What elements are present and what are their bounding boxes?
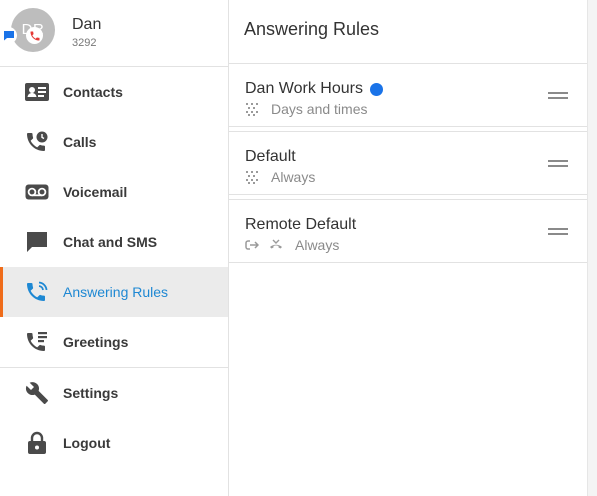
page-header: Answering Rules <box>229 0 587 58</box>
voicemail-icon <box>24 180 50 204</box>
forward-arrow-icon <box>245 238 259 252</box>
sidebar-item-label: Answering Rules <box>63 284 169 300</box>
rule-name-text: Default <box>245 148 296 165</box>
sidebar-item-contacts[interactable]: Contacts <box>0 67 228 117</box>
rule-subtitle: Days and times <box>245 101 367 117</box>
phone-forward-icon <box>24 280 50 304</box>
profile-extension: 3292 <box>72 37 97 49</box>
sidebar-item-settings[interactable]: Settings <box>0 368 228 418</box>
rule-name: Dan Work Hours <box>245 80 383 98</box>
drag-handle-icon[interactable] <box>548 92 568 102</box>
profile-name: Dan <box>72 16 102 33</box>
sidebar-item-logout[interactable]: Logout <box>0 418 228 468</box>
schedule-grid-icon <box>245 102 259 116</box>
rule-name: Remote Default <box>245 216 356 234</box>
hangup-icon <box>269 238 283 252</box>
sidebar-item-answering-rules[interactable]: Answering Rules <box>0 267 228 317</box>
main-panel: Answering Rules Dan Work Hours Days and … <box>229 0 587 496</box>
phone-clock-icon <box>24 130 50 154</box>
sidebar-item-label: Logout <box>63 435 111 451</box>
sidebar-item-calls[interactable]: Calls <box>0 117 228 167</box>
list-item[interactable]: Dan Work Hours Days and times <box>229 63 587 127</box>
chat-badge-icon <box>0 27 17 44</box>
active-dot-icon <box>369 82 383 96</box>
scrollbar[interactable] <box>587 0 597 496</box>
wrench-icon <box>24 381 50 405</box>
schedule-grid-icon <box>245 170 259 184</box>
page-title: Answering Rules <box>244 19 380 39</box>
rule-name-text: Remote Default <box>245 216 357 233</box>
rule-subtitle: Always <box>245 169 315 185</box>
user-profile[interactable]: DR Dan 3292 <box>0 0 228 67</box>
lock-icon <box>24 431 50 455</box>
sidebar: DR Dan 3292 Contacts Calls Voicema <box>0 0 229 496</box>
rule-subtitle-text: Days and times <box>271 101 368 117</box>
sidebar-item-label: Contacts <box>63 84 123 100</box>
contacts-card-icon <box>24 80 50 104</box>
phone-greeting-icon <box>24 330 50 354</box>
rule-name: Default <box>245 148 296 166</box>
answering-rules-list: Dan Work Hours Days and times Default Al… <box>229 63 587 267</box>
drag-handle-icon[interactable] <box>548 160 568 170</box>
sidebar-item-chat-and-sms[interactable]: Chat and SMS <box>0 217 228 267</box>
sidebar-item-label: Voicemail <box>63 184 128 200</box>
chat-bubble-icon <box>24 230 50 254</box>
sidebar-item-voicemail[interactable]: Voicemail <box>0 167 228 217</box>
sidebar-nav: Contacts Calls Voicemail Chat and SMS An… <box>0 67 228 468</box>
rule-subtitle: Always <box>245 237 339 253</box>
phone-badge-icon <box>26 27 43 44</box>
drag-handle-icon[interactable] <box>548 228 568 238</box>
sidebar-item-greetings[interactable]: Greetings <box>0 317 228 367</box>
sidebar-item-label: Chat and SMS <box>63 234 158 250</box>
list-item[interactable]: Remote Default Always <box>229 199 587 263</box>
rule-subtitle-text: Always <box>295 237 340 253</box>
sidebar-item-label: Settings <box>63 385 119 401</box>
sidebar-item-label: Calls <box>63 134 97 150</box>
rule-subtitle-text: Always <box>271 169 316 185</box>
list-item[interactable]: Default Always <box>229 131 587 195</box>
rule-name-text: Dan Work Hours <box>245 80 363 97</box>
sidebar-item-label: Greetings <box>63 334 129 350</box>
